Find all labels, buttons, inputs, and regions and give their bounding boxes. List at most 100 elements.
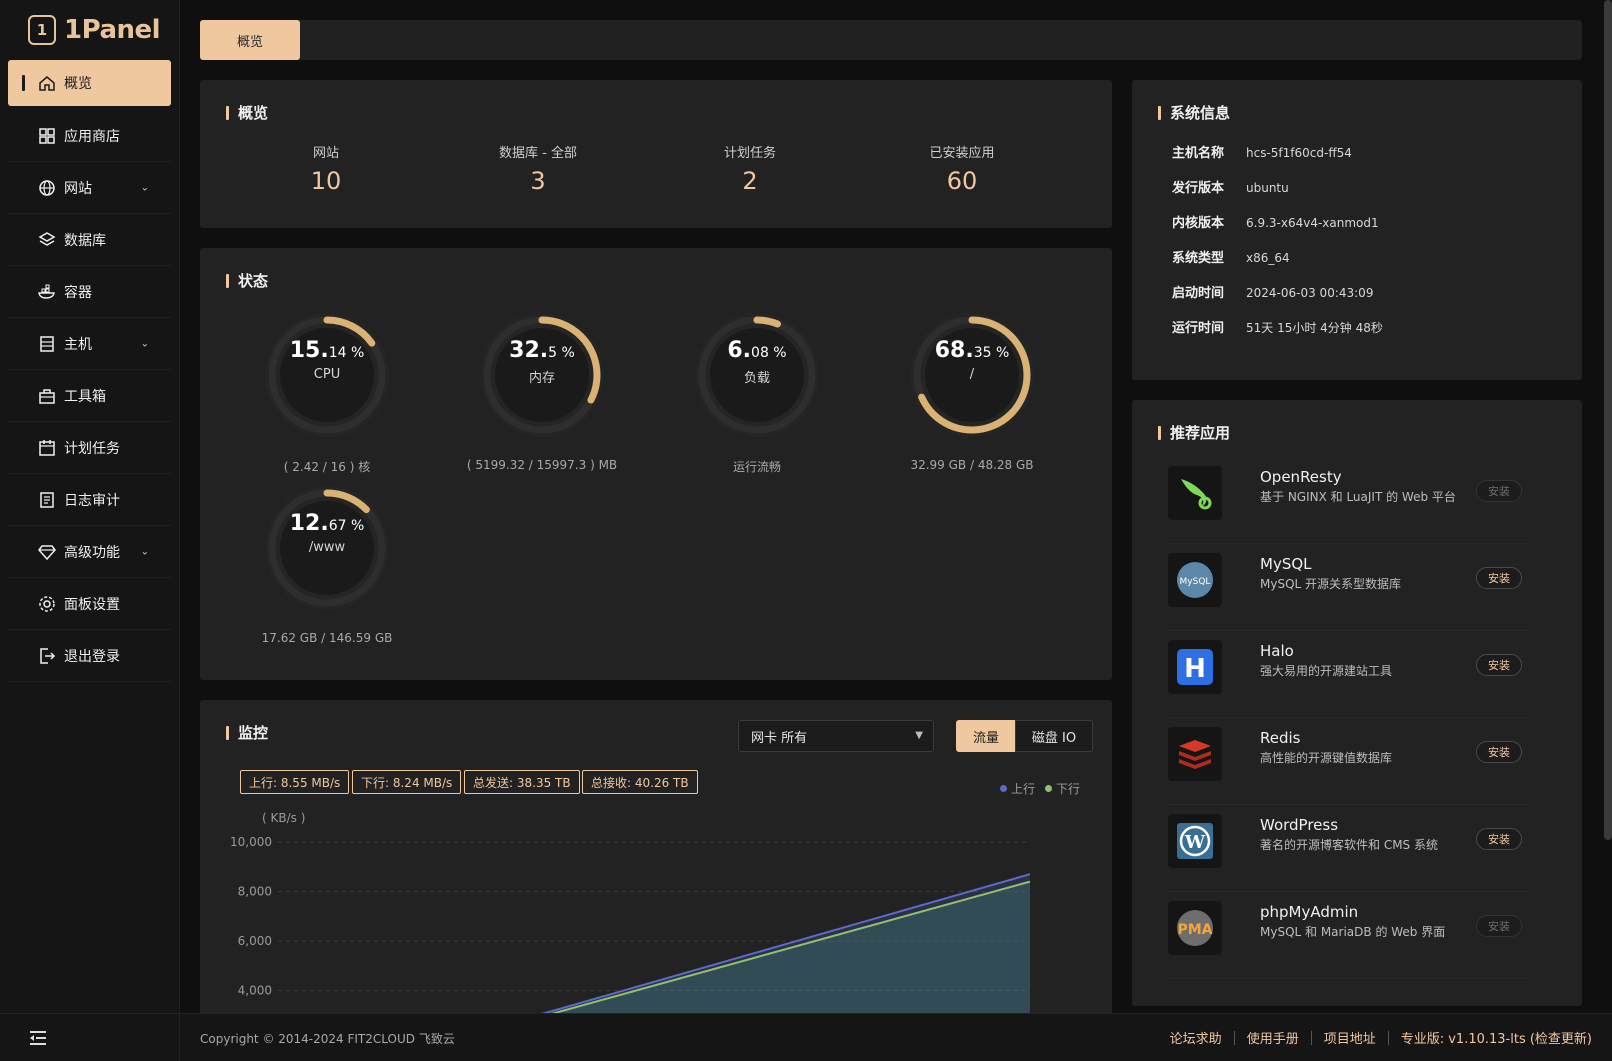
footer: Copyright © 2014-2024 FIT2CLOUD 飞致云 论坛求助… (180, 1013, 1612, 1061)
overview-stat-value: 10 (310, 167, 342, 195)
gauge-value-dec: 67 % (328, 518, 365, 534)
overview-stat-label: 网站 (312, 146, 339, 161)
gauge-0[interactable]: 15.14 % CPU ( 2.42 / 16 ) 核 (217, 310, 437, 475)
collapse-sidebar-button[interactable] (0, 1013, 180, 1061)
sidebar-item-9[interactable]: 高级功能 ⌄ (8, 526, 171, 578)
gauge-value: 32.5 % (432, 338, 652, 363)
install-button[interactable]: 安装 (1476, 741, 1522, 763)
sidebar: 1 1Panel 概览 应用商店 网站 ⌄ 数据库 容器 主机 ⌄ 工具箱 计划任务 日志审计 高级功… (0, 0, 180, 1061)
gauge-subtext: ( 5199.32 / 15997.3 ) MB (466, 458, 618, 472)
app-name: Halo (1260, 642, 1294, 660)
app-item-halo[interactable]: H Halo 强大易用的开源建站工具 安装 (1168, 632, 1528, 718)
app-description: MySQL 和 MariaDB 的 Web 界面 (1260, 925, 1446, 939)
app-item-wordpress[interactable]: W WordPress 著名的开源博客软件和 CMS 系统 安装 (1168, 806, 1528, 892)
sidebar-item-label: 日志审计 (64, 492, 120, 509)
gauge-value: 12.67 % (217, 511, 437, 536)
footer-link[interactable]: 论坛求助 (1170, 1028, 1222, 1047)
diamond-icon (38, 543, 56, 561)
overview-stat-label: 数据库 - 全部 (499, 146, 577, 161)
install-button[interactable]: 安装 (1476, 480, 1522, 502)
install-button[interactable]: 安装 (1476, 828, 1522, 850)
gauge-center: 68.35 % / (862, 338, 1082, 382)
gauge-value: 15.14 % (217, 338, 437, 363)
sidebar-item-3[interactable]: 数据库 (8, 214, 171, 266)
sidebar-item-2[interactable]: 网站 ⌄ (8, 162, 171, 214)
overview-stat-label: 计划任务 (723, 146, 776, 161)
sidebar-item-10[interactable]: 面板设置 (8, 578, 171, 630)
overview-stat-label: 已安装应用 (929, 146, 995, 161)
logo[interactable]: 1 1Panel (0, 0, 179, 60)
globe-icon (38, 179, 56, 197)
sidebar-menu: 概览 应用商店 网站 ⌄ 数据库 容器 主机 ⌄ 工具箱 计划任务 日志审计 高级功能 ⌄ 面板设置 退出登… (0, 60, 179, 682)
app-name: Redis (1260, 729, 1301, 747)
app-item-phpmyadmin[interactable]: PMA phpMyAdmin MySQL 和 MariaDB 的 Web 界面 安装 (1168, 893, 1528, 979)
system-info-row: 运行时间 51天 15小时 4分钟 48秒 (1172, 317, 1383, 336)
system-info-value: hcs-5f1f60cd-ff54 (1246, 146, 1352, 160)
status-title: 状态 (226, 270, 268, 291)
sidebar-item-label: 退出登录 (64, 648, 120, 665)
sidebar-item-5[interactable]: 主机 ⌄ (8, 318, 171, 370)
tab-bar: 概览 (200, 20, 1582, 60)
gauge-4[interactable]: 12.67 % /www 17.62 GB / 146.59 GB (217, 483, 437, 645)
footer-link[interactable]: 专业版: v1.10.13-lts (检查更新) (1401, 1028, 1592, 1047)
gauge-value-int: 12. (289, 511, 329, 536)
app-description: 基于 NGINX 和 LuaJIT 的 Web 平台 (1260, 490, 1456, 504)
gauge-center: 12.67 % /www (217, 511, 437, 555)
sidebar-item-6[interactable]: 工具箱 (8, 370, 171, 422)
y-tick-label: 10,000 (230, 835, 272, 849)
system-info-row: 启动时间 2024-06-03 00:43:09 (1172, 282, 1373, 301)
install-button[interactable]: 安装 (1476, 567, 1522, 589)
series-area-1 (529, 881, 1030, 1020)
overview-stat[interactable]: 计划任务 2 (640, 142, 860, 195)
docker-icon (38, 283, 56, 301)
sidebar-item-0[interactable]: 概览 (8, 60, 171, 106)
footer-link[interactable]: 使用手册 (1247, 1028, 1299, 1047)
footer-link[interactable]: 项目地址 (1324, 1028, 1376, 1047)
app-description: MySQL 开源关系型数据库 (1260, 577, 1402, 591)
main-content: 概览 概览 网站 10 数据库 - 全部 3 计划任务 2 已安装应用 60 状态 15.14… (180, 0, 1612, 1061)
app-item-openresty[interactable]: OpenResty 基于 NGINX 和 LuaJIT 的 Web 平台 安装 (1168, 458, 1528, 544)
app-name: MySQL (1260, 555, 1312, 573)
overview-stat[interactable]: 数据库 - 全部 3 (428, 142, 648, 195)
phpmyadmin-logo: PMA (1168, 901, 1222, 955)
server-icon (38, 335, 56, 353)
gauge-value-dec: 35 % (973, 345, 1010, 361)
footer-separator (1233, 1030, 1235, 1045)
sidebar-item-7[interactable]: 计划任务 (8, 422, 171, 474)
app-name: OpenResty (1260, 468, 1342, 486)
status-card: 状态 15.14 % CPU ( 2.42 / 16 ) 核 32.5 % 内存 ( 51… (200, 248, 1112, 680)
app-item-mysql[interactable]: MySQL MySQL MySQL 开源关系型数据库 安装 (1168, 545, 1528, 631)
gauge-3[interactable]: 68.35 % / 32.99 GB / 48.28 GB (862, 310, 1082, 472)
install-button[interactable]: 安装 (1476, 654, 1522, 676)
gauge-1[interactable]: 32.5 % 内存 ( 5199.32 / 15997.3 ) MB (432, 310, 652, 472)
sidebar-item-label: 面板设置 (64, 596, 120, 613)
wordpress-logo: W (1168, 814, 1222, 868)
sidebar-item-11[interactable]: 退出登录 (8, 630, 171, 682)
overview-stat[interactable]: 网站 10 (216, 142, 436, 195)
gauge-value-int: 6. (727, 338, 752, 363)
app-item-redis[interactable]: Redis 高性能的开源键值数据库 安装 (1168, 719, 1528, 805)
overview-card: 概览 网站 10 数据库 - 全部 3 计划任务 2 已安装应用 60 (200, 80, 1112, 228)
gauge-subtext: ( 2.42 / 16 ) 核 (283, 460, 371, 474)
overview-stat[interactable]: 已安装应用 60 (852, 142, 1072, 195)
footer-separator (1310, 1030, 1312, 1045)
redis-logo (1168, 727, 1222, 781)
menu-fold-icon (30, 1030, 46, 1045)
svg-text:MySQL: MySQL (1180, 577, 1211, 587)
halo-logo: H (1168, 640, 1222, 694)
chevron-down-icon: ⌄ (140, 546, 149, 557)
gauge-subtext: 17.62 GB / 146.59 GB (261, 631, 393, 645)
install-button[interactable]: 安装 (1476, 915, 1522, 937)
sidebar-item-8[interactable]: 日志审计 (8, 474, 171, 526)
sidebar-item-4[interactable]: 容器 (8, 266, 171, 318)
grid-icon (38, 127, 56, 145)
openresty-logo (1168, 466, 1222, 520)
tab-overview[interactable]: 概览 (200, 20, 300, 60)
sidebar-item-label: 数据库 (64, 232, 106, 249)
sidebar-item-label: 网站 (64, 180, 92, 197)
sidebar-item-label: 高级功能 (64, 544, 120, 561)
gauge-value-dec: 5 % (548, 345, 575, 361)
gauge-2[interactable]: 6.08 % 负载 运行流畅 (647, 310, 867, 475)
sidebar-item-1[interactable]: 应用商店 (8, 110, 171, 162)
page-scrollbar[interactable] (1604, 0, 1612, 840)
